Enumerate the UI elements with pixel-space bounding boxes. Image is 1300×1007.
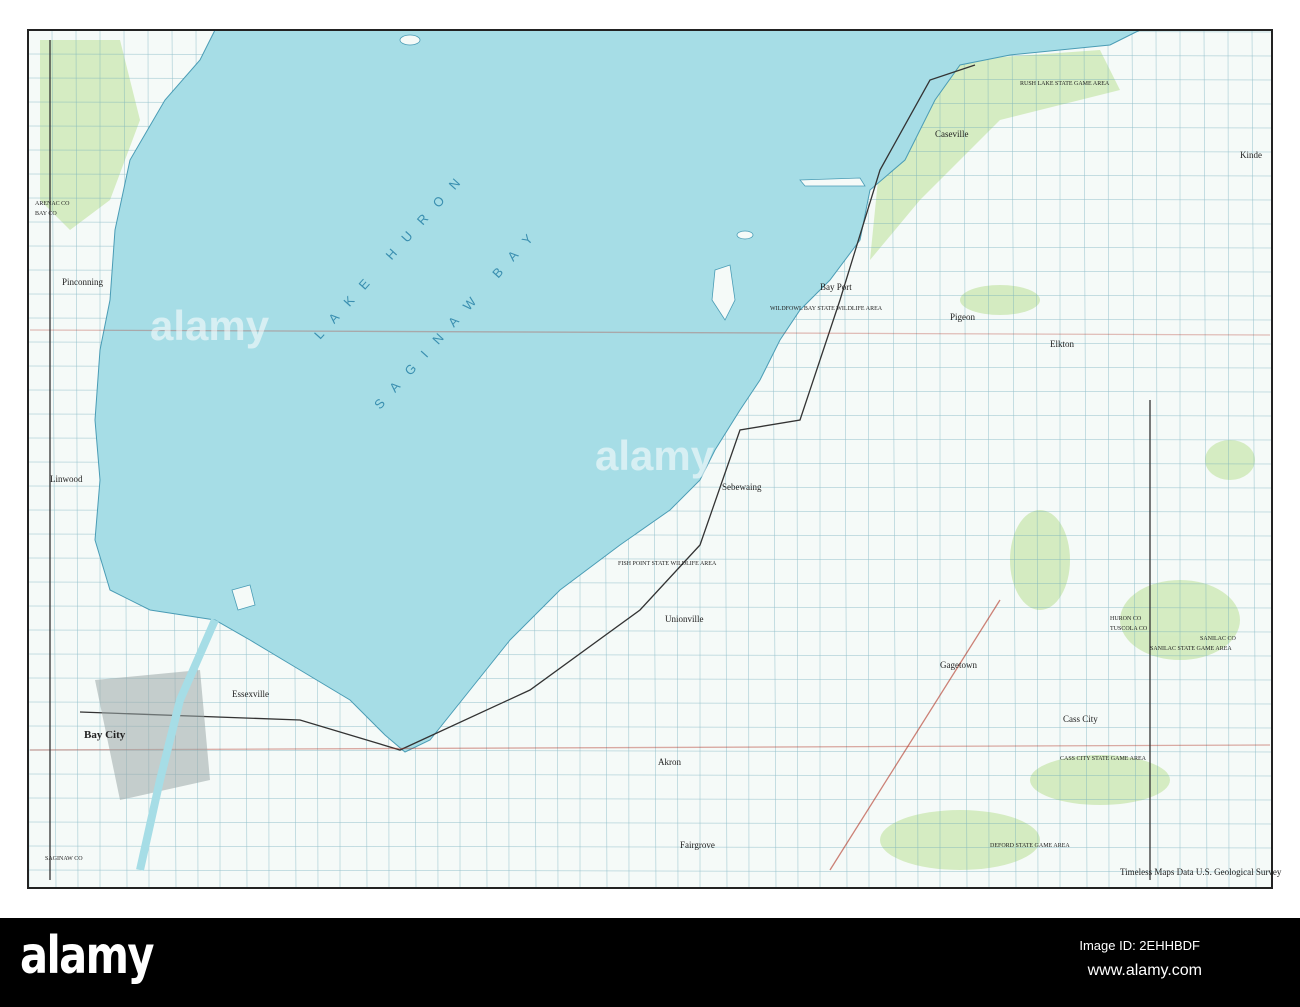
watermark-left: alamy: [150, 302, 270, 349]
area-wildfowl-bay: WILDFOWL BAY STATE WILDLIFE AREA: [770, 306, 883, 312]
county-huron: HURON CO: [1110, 616, 1142, 622]
place-akron: Akron: [658, 757, 681, 767]
place-unionville: Unionville: [665, 614, 704, 624]
site-url: www.alamy.com: [1087, 962, 1202, 979]
place-essexville: Essexville: [232, 689, 269, 699]
place-bay-city: Bay City: [84, 729, 126, 741]
county-tuscola: TUSCOLA CO: [1110, 626, 1148, 632]
place-linwood: Linwood: [50, 474, 83, 484]
area-cass-city: CASS CITY STATE GAME AREA: [1060, 756, 1147, 762]
place-elkton: Elkton: [1050, 339, 1074, 349]
topographic-map: LAKE HURON SAGINAW BAY Bay City Essexvil…: [0, 0, 1300, 910]
county-sanilac: SANILAC CO: [1200, 636, 1237, 642]
place-gagetown: Gagetown: [940, 660, 977, 670]
place-kinde: Kinde: [1240, 150, 1262, 160]
place-bay-port: Bay Port: [820, 282, 852, 292]
place-cass-city: Cass City: [1063, 714, 1098, 724]
county-bay: BAY CO: [35, 211, 57, 217]
place-pigeon: Pigeon: [950, 312, 976, 322]
watermark-center: alamy: [595, 432, 715, 479]
area-deford: DEFORD STATE GAME AREA: [990, 843, 1070, 849]
county-saginaw: SAGINAW CO: [45, 856, 83, 862]
place-pinconning: Pinconning: [62, 277, 104, 287]
image-id: Image ID: 2EHHBDF: [1079, 938, 1200, 953]
county-arenac: ARENAC CO: [35, 201, 70, 207]
area-fish-point: FISH POINT STATE WILDLIFE AREA: [618, 561, 717, 567]
place-fairgrove: Fairgrove: [680, 840, 715, 850]
alamy-logo: alamy: [20, 926, 154, 986]
map-credit: Timeless Maps Data U.S. Geological Surve…: [1120, 867, 1282, 877]
area-sanilac: SANILAC STATE GAME AREA: [1150, 646, 1232, 652]
place-sebewaing: Sebewaing: [722, 482, 762, 492]
place-caseville: Caseville: [935, 129, 969, 139]
stock-banner: alamy Image ID: 2EHHBDF www.alamy.com: [0, 918, 1300, 1007]
area-rush-lake: RUSH LAKE STATE GAME AREA: [1020, 81, 1110, 87]
